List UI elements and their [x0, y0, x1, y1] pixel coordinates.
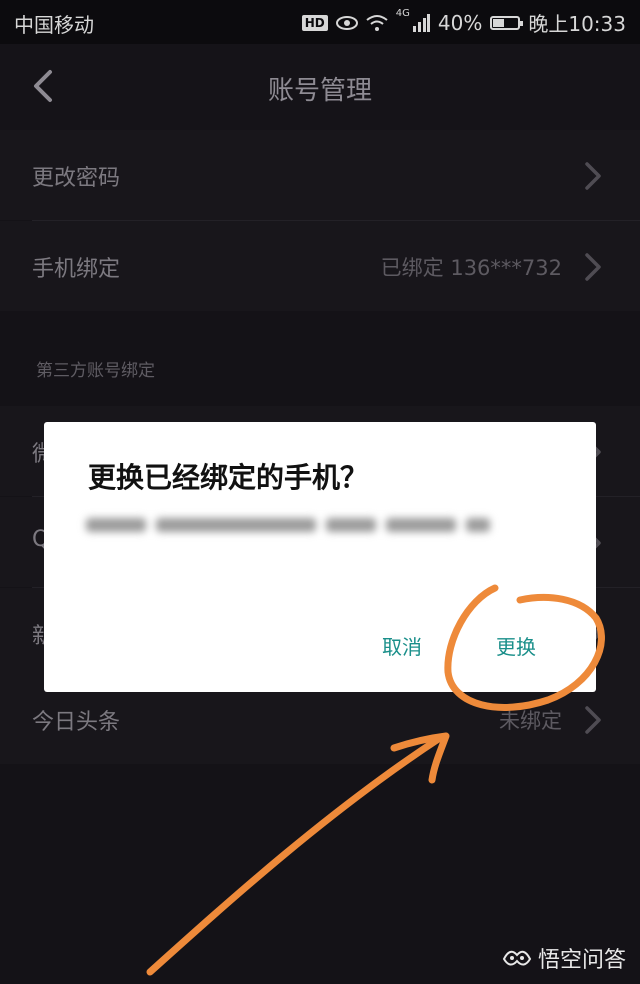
status-icons: HD 4G 40% 晚上10:33	[301, 8, 626, 37]
toutiao-binding-value: 未绑定	[499, 709, 562, 733]
blurred-message	[86, 508, 506, 540]
eye-icon	[335, 15, 358, 30]
chevron-right-icon	[585, 706, 601, 734]
signal-icon	[412, 13, 430, 32]
confirm-change-button[interactable]: 更换	[488, 627, 544, 664]
change-password-label: 更改密码	[32, 166, 121, 191]
toutiao-label: 今日头条	[32, 710, 121, 735]
cancel-button[interactable]: 取消	[374, 627, 430, 664]
change-password-row[interactable]: 更改密码	[0, 130, 640, 220]
chevron-right-icon	[585, 253, 601, 281]
wukong-watermark: 悟空问答	[502, 942, 626, 974]
page-title: 账号管理	[267, 76, 372, 106]
battery-percent: 40%	[437, 10, 483, 35]
status-bar: 中国移动 HD 4G 40% 晚上10:33	[0, 0, 640, 44]
battery-icon	[490, 15, 524, 30]
clock: 晚上10:33	[528, 12, 626, 36]
phone-binding-row[interactable]: 手机绑定 已绑定 136***732	[0, 221, 640, 311]
hd-icon: HD	[301, 14, 328, 31]
chevron-right-icon	[585, 162, 601, 190]
wifi-icon	[366, 14, 388, 31]
watermark-text: 悟空问答	[537, 948, 626, 973]
carrier-name: 中国移动	[14, 13, 94, 37]
change-phone-dialog: 更换已经绑定的手机？ 取消 更换	[44, 422, 596, 692]
dialog-title: 更换已经绑定的手机？	[88, 461, 369, 494]
phone-binding-value: 已绑定 136***732	[380, 256, 562, 280]
third-party-section-label: 第三方账号绑定	[36, 361, 155, 381]
phone-binding-label: 手机绑定	[32, 257, 121, 282]
header: 账号管理	[0, 44, 640, 130]
wukong-logo-icon	[502, 950, 532, 966]
network-type: 4G	[395, 8, 410, 19]
